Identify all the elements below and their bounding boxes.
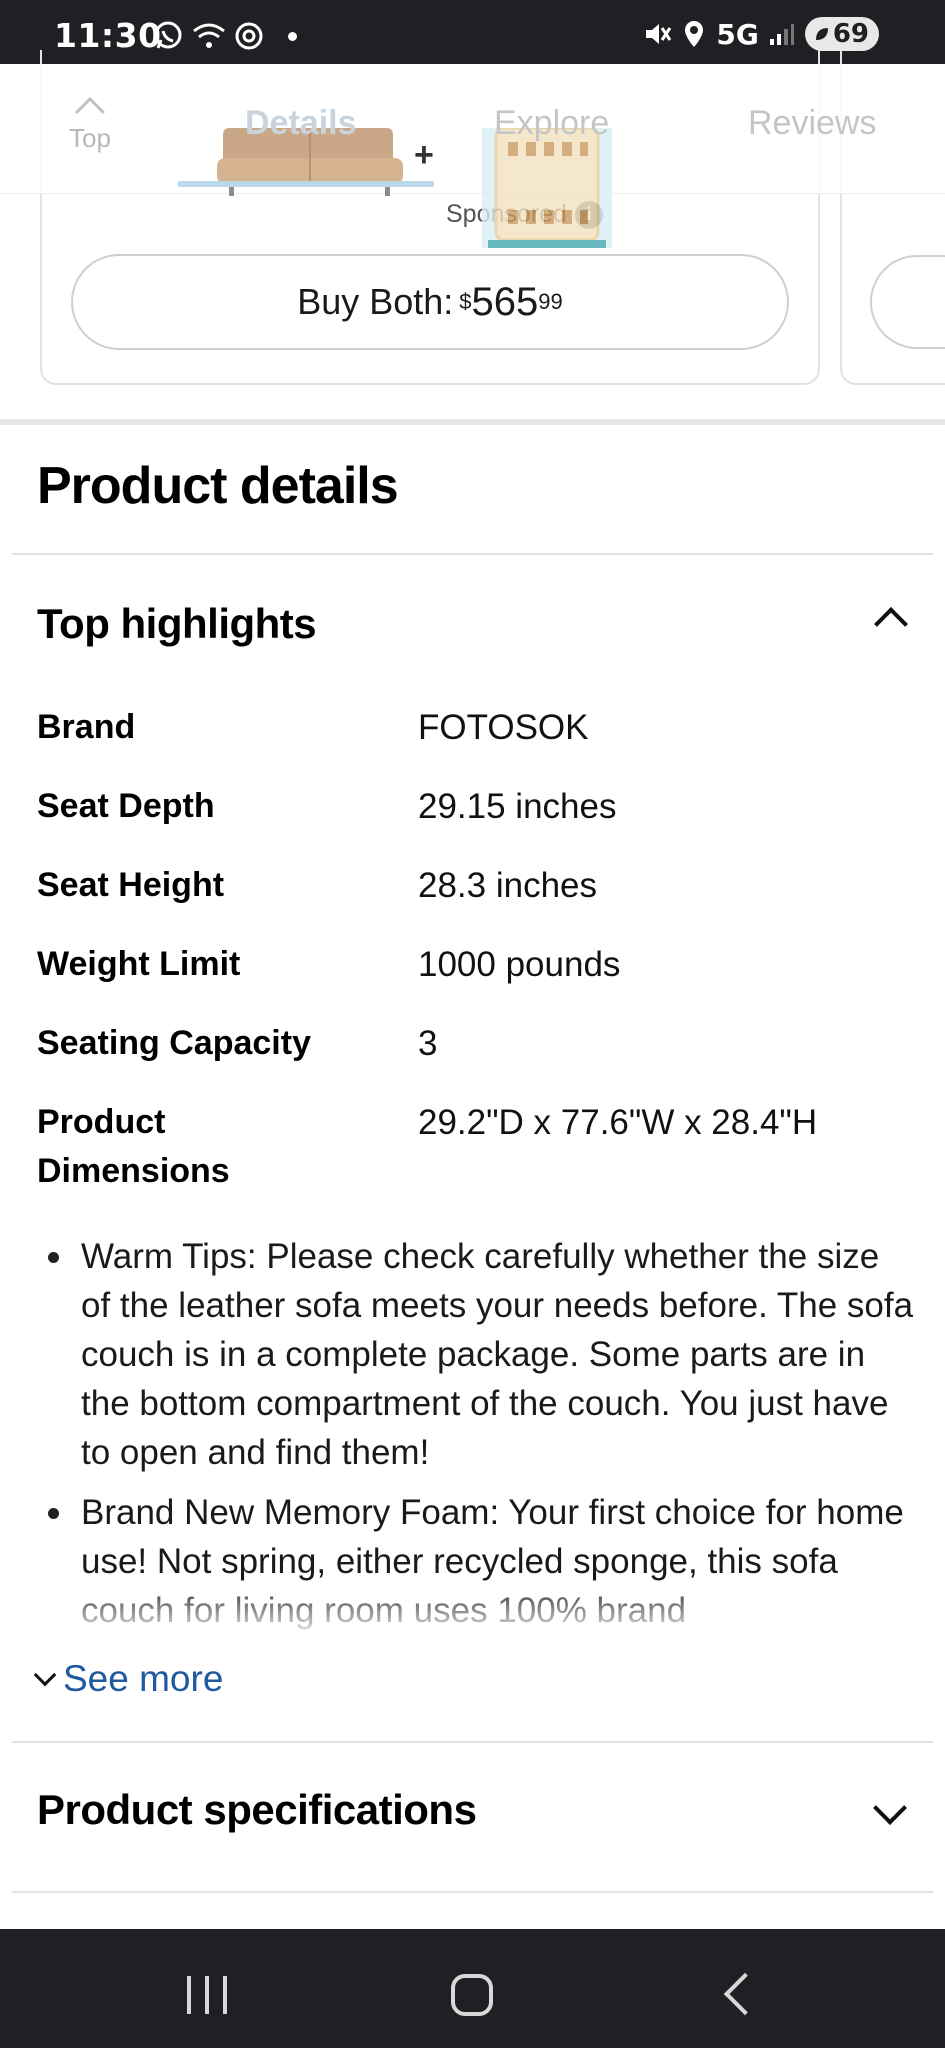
- mute-icon: [646, 24, 672, 44]
- battery-saver-icon: [815, 28, 828, 40]
- system-status: 5G 69: [642, 17, 879, 51]
- spec-value: 29.2"D x 77.6"W x 28.4"H: [418, 1103, 818, 1142]
- spec-value: 3: [418, 1024, 438, 1063]
- chevron-up-icon[interactable]: [874, 607, 908, 641]
- spec-row-weight-limit: Weight Limit 1000 pounds: [37, 940, 917, 989]
- back-to-top-label: Top: [69, 123, 111, 153]
- spec-value: FOTOSOK: [418, 708, 589, 747]
- signal-icon: [769, 24, 794, 45]
- spec-row-seating-capacity: Seating Capacity 3: [37, 1019, 917, 1068]
- spec-key: Weight Limit: [37, 945, 241, 983]
- section-separator: [0, 419, 945, 425]
- spec-value: 1000 pounds: [418, 945, 621, 984]
- notification-icons: [152, 20, 297, 52]
- battery-indicator: 69: [804, 17, 879, 51]
- home-button[interactable]: [451, 1974, 493, 2016]
- tab-reviews[interactable]: Reviews: [748, 104, 876, 143]
- divider: [12, 1741, 933, 1743]
- bundle-plus: +: [414, 136, 434, 174]
- chevron-down-icon: [33, 1663, 57, 1687]
- whatsapp-icon: [154, 21, 182, 49]
- spec-row-product-dimensions: Product Dimensions 29.2"D x 77.6"W x 28.…: [37, 1098, 917, 1196]
- chrome-icon: [235, 22, 263, 50]
- wifi-call-icon: [193, 23, 225, 48]
- see-more-label: See more: [63, 1658, 224, 1699]
- spec-key: Seat Height: [37, 866, 225, 904]
- network-label: 5G: [716, 17, 759, 51]
- buy-both-label: Buy Both:: [297, 281, 454, 322]
- product-specifications-heading[interactable]: Product specifications: [37, 1786, 477, 1834]
- recents-button[interactable]: [187, 1976, 227, 2014]
- back-to-top-button[interactable]: Top: [60, 94, 120, 154]
- price-cents: 99: [538, 289, 563, 314]
- chevron-down-icon[interactable]: [873, 1791, 907, 1825]
- spec-row-seat-height: Seat Height 28.3 inches: [37, 861, 917, 910]
- tab-explore[interactable]: Explore: [494, 104, 609, 143]
- highlight-bullets: Warm Tips: Please check carefully whethe…: [48, 1232, 918, 1632]
- battery-level: 69: [832, 19, 869, 49]
- see-more-button[interactable]: See more: [33, 1658, 224, 1700]
- spec-value: 28.3 inches: [418, 866, 598, 905]
- spec-key: Brand: [37, 708, 136, 746]
- tab-details[interactable]: Details: [245, 104, 357, 143]
- top-highlights-heading[interactable]: Top highlights: [37, 600, 317, 648]
- location-icon: [685, 21, 704, 47]
- rug-thumbnail: [482, 128, 612, 248]
- divider: [12, 1891, 933, 1893]
- text-fade: [0, 1580, 945, 1640]
- list-item: Warm Tips: Please check carefully whethe…: [48, 1232, 918, 1477]
- price-currency: $: [459, 289, 472, 314]
- active-tab-indicator: [178, 181, 434, 187]
- section-nav: Top Details + Explore Reviews: [0, 64, 945, 248]
- back-button[interactable]: [723, 1972, 767, 2016]
- price-main: 565: [471, 279, 539, 324]
- more-notifications-dot: [288, 31, 297, 41]
- system-navigation-bar: [0, 1929, 945, 2048]
- product-details-heading: Product details: [37, 457, 399, 515]
- spec-key: Seating Capacity: [37, 1024, 311, 1062]
- spec-row-brand: Brand FOTOSOK: [37, 703, 917, 752]
- buy-both-button[interactable]: Buy Both: $565 99: [71, 254, 789, 350]
- spec-value: 29.15 inches: [418, 787, 617, 826]
- spec-row-seat-depth: Seat Depth 29.15 inches: [37, 782, 917, 831]
- divider: [12, 553, 933, 555]
- chevron-up-icon: [74, 96, 106, 115]
- spec-key: Seat Depth: [37, 787, 215, 825]
- spec-key: Product Dimensions: [37, 1103, 230, 1190]
